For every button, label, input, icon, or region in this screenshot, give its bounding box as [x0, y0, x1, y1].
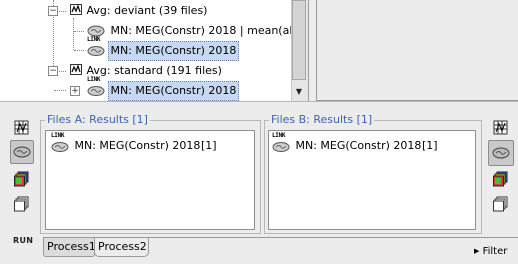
list-item-count: [1]	[201, 139, 217, 152]
timefreq-colormap-icon	[14, 171, 30, 190]
tree-guide-line	[74, 31, 84, 33]
average-checkbox-icon	[70, 64, 83, 76]
matrix-filter-button-a[interactable]	[11, 193, 33, 215]
sources-filter-button-b[interactable]	[488, 140, 514, 166]
run-label[interactable]: RUN	[13, 236, 33, 245]
results-checkered-icon	[493, 120, 509, 139]
scrollbar-thumb[interactable]	[292, 0, 306, 80]
scroll-down-arrow-icon[interactable]: ▼	[292, 84, 306, 99]
timefreq-filter-button-a[interactable]	[11, 168, 33, 190]
list-item-count: [1]	[422, 139, 438, 152]
files-a-title: Files A: Results [1]	[45, 113, 150, 126]
timefreq-filter-button-b[interactable]	[490, 168, 512, 190]
tab-process1[interactable]: Process1	[43, 238, 96, 257]
results-filter-button-a[interactable]	[11, 117, 33, 139]
brain-source-icon: LINK	[51, 133, 69, 152]
average-checkbox-icon	[70, 4, 83, 16]
results-checkered-icon	[14, 120, 30, 139]
sources-brain-icon	[492, 147, 510, 163]
brain-source-icon: LINK	[87, 77, 105, 96]
sources-filter-button-a[interactable]	[10, 140, 34, 164]
filter-label: Filter	[482, 246, 508, 257]
tree-node-avg-deviant[interactable]: Avg: deviant (39 files)	[70, 2, 207, 20]
files-b-list[interactable]: LINK MN: MEG(Constr) 2018 [1]	[268, 130, 476, 230]
database-tree[interactable]: − Avg: deviant (39 files) MN: MEG(Constr…	[0, 0, 309, 102]
tree-node-label: MN: MEG(Constr) 2018	[107, 41, 240, 61]
right-empty-panel	[316, 0, 518, 101]
tree-guide-line	[54, 90, 66, 92]
brain-source-icon	[87, 23, 105, 37]
tree-guide-line	[73, 18, 75, 50]
tree-node-label: MN: MEG(Constr) 2018 | mean(all)	[110, 24, 300, 37]
brain-source-icon: LINK	[87, 37, 105, 56]
results-filter-button-b[interactable]	[490, 117, 512, 139]
collapse-toggle[interactable]: −	[48, 6, 58, 16]
tree-node-label: Avg: deviant (39 files)	[86, 4, 208, 17]
tree-node-label: Avg: standard (191 files)	[86, 64, 222, 77]
sources-brain-icon	[13, 146, 31, 162]
filter-button[interactable]: ▶ Filter	[474, 244, 507, 259]
matrix-filter-button-b[interactable]	[490, 193, 512, 215]
matrix-stack-icon	[493, 196, 509, 215]
expand-toggle[interactable]: +	[70, 86, 80, 96]
tree-node-label: MN: MEG(Constr) 2018	[107, 81, 240, 101]
files-a-list[interactable]: LINK MN: MEG(Constr) 2018 [1]	[45, 130, 255, 230]
list-item[interactable]: LINK MN: MEG(Constr) 2018	[272, 133, 422, 154]
collapse-toggle[interactable]: −	[48, 66, 58, 76]
list-item[interactable]: LINK MN: MEG(Constr) 2018	[51, 133, 201, 154]
triangle-right-icon: ▶	[474, 247, 480, 255]
files-b-title: Files B: Results [1]	[269, 113, 375, 126]
tree-node-link-selected[interactable]: LINK MN: MEG(Constr) 2018	[87, 37, 240, 61]
tree-node-link[interactable]: LINK MN: MEG(Constr) 2018	[87, 77, 240, 101]
list-item-label: MN: MEG(Constr) 2018	[295, 139, 422, 152]
tree-guide-line	[74, 50, 84, 52]
tab-process2[interactable]: Process2	[94, 238, 149, 257]
brain-source-icon: LINK	[272, 133, 290, 152]
list-item-label: MN: MEG(Constr) 2018	[74, 139, 201, 152]
tree-node-mean-all[interactable]: MN: MEG(Constr) 2018 | mean(all)	[87, 22, 300, 40]
timefreq-colormap-icon	[493, 171, 509, 190]
matrix-stack-icon	[14, 196, 30, 215]
